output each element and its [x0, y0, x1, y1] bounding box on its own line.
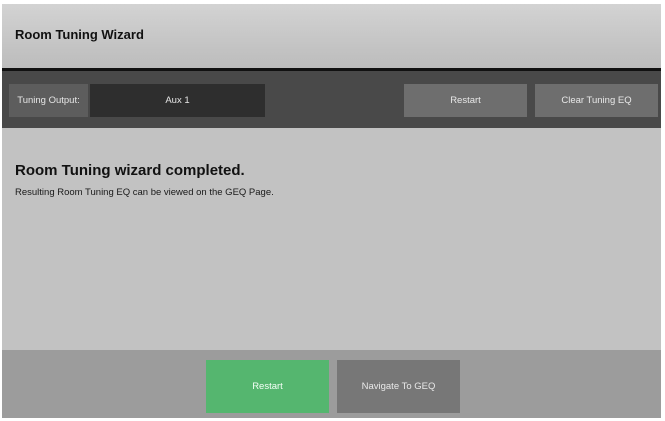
- navigate-to-geq-button[interactable]: Navigate To GEQ: [337, 360, 460, 413]
- tuning-output-label: Tuning Output:: [9, 84, 88, 117]
- toolbar: Tuning Output: Aux 1 Restart Clear Tunin…: [2, 71, 661, 128]
- title-bar: Room Tuning Wizard: [2, 4, 661, 68]
- completion-message: Resulting Room Tuning EQ can be viewed o…: [15, 187, 274, 198]
- page-title: Room Tuning Wizard: [15, 27, 144, 42]
- wizard-window: Room Tuning Wizard Tuning Output: Aux 1 …: [2, 4, 661, 418]
- restart-button[interactable]: Restart: [206, 360, 329, 413]
- toolbar-restart-button[interactable]: Restart: [404, 84, 527, 117]
- tuning-output-select[interactable]: Aux 1: [90, 84, 265, 117]
- clear-tuning-eq-button[interactable]: Clear Tuning EQ: [535, 84, 658, 117]
- footer-bar: Restart Navigate To GEQ: [2, 350, 661, 418]
- main-content: Room Tuning wizard completed. Resulting …: [2, 128, 661, 350]
- completion-heading: Room Tuning wizard completed.: [15, 162, 245, 179]
